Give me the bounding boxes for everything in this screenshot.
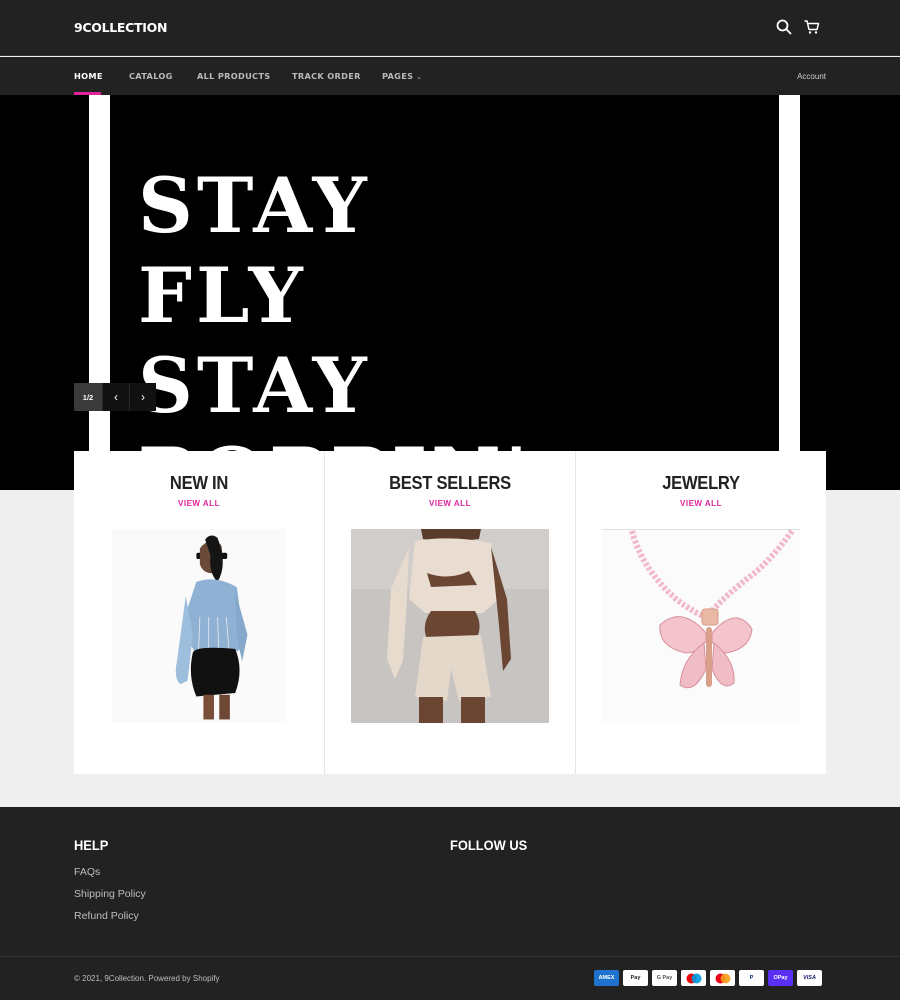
hero-frame-left	[89, 95, 110, 490]
account-link[interactable]: Account	[797, 72, 826, 81]
chevron-left-icon: ‹	[114, 390, 118, 404]
site-header: 9COLLECTION	[0, 0, 900, 56]
chevron-down-icon: ⌄	[416, 73, 423, 81]
hero-line: FLY	[138, 251, 307, 340]
slide-counter: 1/2	[74, 383, 102, 411]
paypal-icon: P	[739, 970, 764, 986]
paypal-glyph: P	[749, 975, 754, 981]
footer-divider	[0, 956, 900, 957]
slideshow-controls: 1/2 ‹ ›	[74, 383, 156, 411]
nav-item-catalog[interactable]: CATALOG	[129, 71, 173, 81]
view-all-link[interactable]: VIEW ALL	[325, 499, 575, 508]
copyright-text: © 2021, 9Collection. Powered by Shopify	[74, 974, 220, 983]
amex-icon: AMEX	[594, 970, 619, 986]
footer-help-heading: HELP	[74, 837, 109, 853]
collection-card-new-in[interactable]: NEW IN VIEW ALL	[74, 451, 325, 774]
footer-link-shipping-policy[interactable]: Shipping Policy	[74, 888, 146, 900]
nav-item-all-products[interactable]: ALL PRODUCTS	[197, 71, 270, 81]
collection-title: BEST SELLERS	[389, 473, 511, 493]
google-pay-icon: G Pay	[652, 970, 677, 986]
collection-card-jewelry[interactable]: JEWELRY VIEW ALL	[576, 451, 826, 774]
nav-item-home[interactable]: HOME	[74, 71, 103, 81]
footer-follow-heading: FOLLOW US	[450, 837, 528, 853]
view-all-link[interactable]: VIEW ALL	[74, 499, 324, 508]
site-footer: HELP FOLLOW US FAQs Shipping Policy Refu…	[0, 807, 900, 1000]
collection-title: JEWELRY	[662, 473, 740, 493]
nav-item-track-order[interactable]: TRACK ORDER	[292, 71, 361, 81]
denim-jacket-model-image[interactable]	[100, 529, 298, 723]
hero-line: STAY	[138, 161, 371, 250]
cart-icon[interactable]	[803, 18, 821, 36]
hero-line: STAY	[138, 341, 371, 430]
footer-link-faqs[interactable]: FAQs	[74, 866, 100, 878]
visa-icon: VISA	[797, 970, 822, 986]
slide-prev-button[interactable]: ‹	[102, 383, 129, 411]
view-all-link[interactable]: VIEW ALL	[576, 499, 826, 508]
apple-pay-icon: Pay	[623, 970, 648, 986]
mastercard-icon	[710, 970, 735, 986]
search-icon[interactable]	[775, 18, 793, 36]
collection-card-best-sellers[interactable]: BEST SELLERS VIEW ALL	[325, 451, 576, 774]
nav-item-pages[interactable]: PAGES ⌄	[382, 71, 422, 81]
payment-icons: AMEX Pay G Pay P OPay VISA	[594, 970, 822, 986]
collection-title: NEW IN	[169, 473, 229, 493]
slide-next-button[interactable]: ›	[129, 383, 156, 411]
nav-item-pages-label: PAGES	[382, 71, 414, 81]
hero-frame-right	[779, 95, 800, 490]
cutout-romper-model-image[interactable]	[351, 529, 549, 723]
store-logo[interactable]: 9COLLECTION	[74, 20, 167, 35]
collection-grid: NEW IN VIEW ALL BEST SELLERS VIEW ALL JE…	[74, 451, 826, 774]
main-nav: HOME CATALOG ALL PRODUCTS TRACK ORDER PA…	[0, 57, 900, 95]
footer-link-refund-policy[interactable]: Refund Policy	[74, 910, 139, 922]
chevron-right-icon: ›	[141, 390, 145, 404]
hero-slideshow[interactable]: STAY FLY STAY POPPIN'	[0, 95, 900, 490]
hero-headline: STAY FLY STAY POPPIN'	[138, 161, 532, 490]
shop-pay-icon: OPay	[768, 970, 793, 986]
butterfly-necklace-image[interactable]	[602, 529, 800, 723]
maestro-icon	[681, 970, 706, 986]
